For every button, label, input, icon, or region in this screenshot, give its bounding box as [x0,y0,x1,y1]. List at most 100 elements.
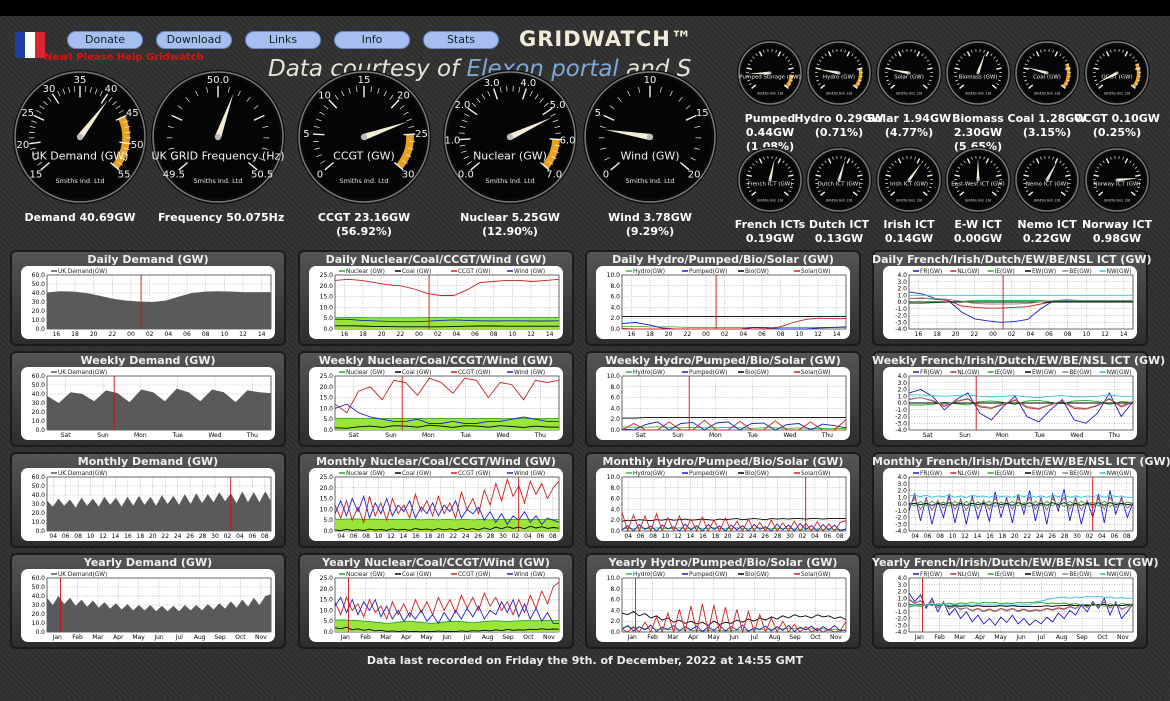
help-gridwatch-link[interactable]: New! Please Help Gridwatch [44,52,204,63]
x-tick-label: Mon [422,432,435,439]
gauge-tick-label: 20 [688,170,701,181]
y-tick-label: -2.0 [895,313,907,320]
chart-weekly-ict: -4.0-3.0-2.0-1.00.01.02.03.04.0 Sat Sun Mon… [895,370,1134,439]
chart-panel-daily-hydro: Daily Hydro/Pumped/Bio/Solar (GW) 0.0 2.0 4… [585,250,861,346]
x-tick-label: Jul [463,634,472,641]
chart-weekly-gen: 0.0 5.0 10.0 15.0 20.0 25.0 Sat Sun Mon Tue Wed Thu… [320,370,560,439]
legend-label: Hydro(GW) [633,572,665,578]
x-tick-label: 16 [412,533,420,540]
gauge-dial-label: CCGT (GW) [333,149,395,162]
gauge-hub [214,133,222,141]
y-tick-label: 30.0 [32,299,46,306]
x-tick-label: Aug [194,634,206,641]
x-tick-label: Thu [246,432,258,439]
gauge-readout-line: Norway ICT [1081,218,1153,231]
x-tick-label: Apr [975,634,986,641]
x-tick-label: Jun [728,634,739,641]
chart-title: Daily French/Irish/Dutch/EW/BE/NSL ICT (… [872,253,1152,266]
y-tick-label: 50.0 [32,281,46,288]
x-tick-label: 18 [425,533,433,540]
legend-label: Coal (GW) [402,370,431,376]
x-tick-label: 20 [724,533,732,540]
gauge-nuclear: 0.0 1.0 2.0 3.0 4.0 5.0 6.0 7.0 Nuclear (GW) Smit… [443,70,577,204]
y-tick-label: 10.0 [32,317,46,324]
legend-label: IE(GW) [995,471,1015,477]
legend-label: CCGT (GW) [458,269,491,275]
x-tick-label: 16 [124,533,132,540]
donate-button[interactable]: Donate [67,31,143,49]
gauge-dial-label: French ICT (GW) [748,181,793,187]
x-tick-label: 08 [649,533,657,540]
gauge-readout-line: (9.29%) [625,225,675,238]
y-tick-label: 40.0 [32,290,46,297]
x-tick-label: 18 [137,533,145,540]
gauge-dial-label: Pumped Storage (GW) [739,74,800,80]
y-tick-label: 8.0 [610,384,620,391]
download-button[interactable]: Download [156,31,232,49]
x-tick-label: Tue [460,432,472,439]
chart-screen: 0.0 2.0 4.0 6.0 8.0 10.0 04 06 08 10 12 14 16 18 20 22 2… [596,468,850,541]
gauge-solar: Solar (GW) Smiths Ind. Ltd [876,40,942,106]
chart-panel-yearly-hydro: Yearly Hydro/Pumped/Bio/Solar (GW) 0.0 2.0… [585,553,861,649]
y-tick-label: 1.0 [897,494,907,501]
gauge-ccgt-readout: CCGT 23.16GW (56.92%) [304,211,424,239]
y-tick-label: 6.0 [610,496,620,503]
gauge-maker-label: Smiths Ind. Ltd [1104,92,1130,96]
stats-button[interactable]: Stats [423,31,499,49]
series-area-nuclear-gw [335,418,559,430]
x-tick-label: Jun [441,634,452,641]
chart-title: Yearly Demand (GW) [83,556,213,569]
gauge-maker-label: Smiths Ind. Ltd [1034,92,1060,96]
x-tick-label: 04 [1098,533,1106,540]
gauge-maker-label: Smiths Ind. Ltd [826,92,852,96]
y-tick-label: 8.0 [610,283,620,290]
x-tick-label: Mar [92,634,104,641]
gauge-wind-readout: Wind 3.78GW (9.29%) [590,211,710,239]
gauge-wind: 0 5 10 15 20 Wind (GW) Smiths Ind. Ltd [583,70,717,204]
x-tick-label: 06 [1045,331,1053,338]
info-button[interactable]: Info [334,31,410,49]
x-tick-label: Aug [769,634,781,641]
gauge-tick-label: 35 [74,75,87,86]
chart-daily-demand: 0.0 10.0 20.0 30.0 40.0 50.0 60.0 16 18 20 22 00 02 0… [32,269,272,338]
chart-screen: 0.0 10.0 20.0 30.0 40.0 50.0 60.0 04 06 08 10 12 14 1… [21,468,275,541]
legend-label: NW(GW) [1107,269,1132,275]
y-tick-label: 10.0 [607,373,621,380]
x-tick-label: 16 [915,331,923,338]
y-tick-label: 3.0 [897,380,907,387]
chart-title: Yearly Hydro/Pumped/Bio/Solar (GW) [608,556,838,569]
chart-panel-weekly-hydro: Weekly Hydro/Pumped/Bio/Solar (GW) 0.0 2.0… [585,351,861,447]
chart-screen: -4.0 -3.0 -2.0 -1.0 0.0 1.0 2.0 3.0 4.0 Sat Sun Mon… [883,367,1137,440]
y-tick-label: -2.0 [895,515,907,522]
legend-label: Hydro(GW) [633,471,665,477]
gauge-tick-label: 4.0 [520,78,536,89]
x-tick-label: 26 [761,533,769,540]
gauge-maker-label: Smiths Ind. Ltd [1104,199,1130,203]
x-tick-label: Feb [72,634,83,641]
series-line-bio-gw [622,417,846,419]
chart-yearly-demand: 0.0 10.0 20.0 30.0 40.0 50.0 60.0 Jan Feb Mar Apr M… [32,572,272,641]
x-tick-label: 20 [437,533,445,540]
chart-title: Yearly Nuclear/Coal/CCGT/Wind (GW) [322,556,550,569]
legend-label: Nuclear (GW) [346,572,385,578]
chart-daily-ict: -4.0-3.0-2.0-1.00.01.02.03.04.0 16 18 20 22 0… [895,269,1134,338]
gauge-tick-label: 40 [105,84,118,95]
gauge-hydro: Hydro (GW) Smiths Ind. Ltd [806,40,872,106]
x-tick-label: 02 [1086,533,1094,540]
x-tick-label: 08 [74,533,82,540]
x-tick-label: Sat [349,432,359,439]
gauge-maker-label: Smiths Ind. Ltd [626,177,675,185]
y-tick-label: 40.0 [32,593,46,600]
links-button[interactable]: Links [245,31,321,49]
french-flag-icon[interactable] [15,32,45,58]
legend-label: Solar(GW) [801,572,831,578]
gauge-tick-label: 55 [118,170,131,181]
gauge-tick-label: 5.0 [550,100,566,111]
legend-label: BE(GW) [1069,370,1091,376]
y-tick-label: 10.0 [320,304,334,311]
legend-label: UK Demand(GW) [58,471,107,477]
series-area-nuclear-gw [335,317,559,329]
x-tick-label: 00 [415,331,423,338]
gauge-readout-line: CCGT 23.16GW [317,211,411,224]
y-tick-label: 2.0 [610,618,620,625]
